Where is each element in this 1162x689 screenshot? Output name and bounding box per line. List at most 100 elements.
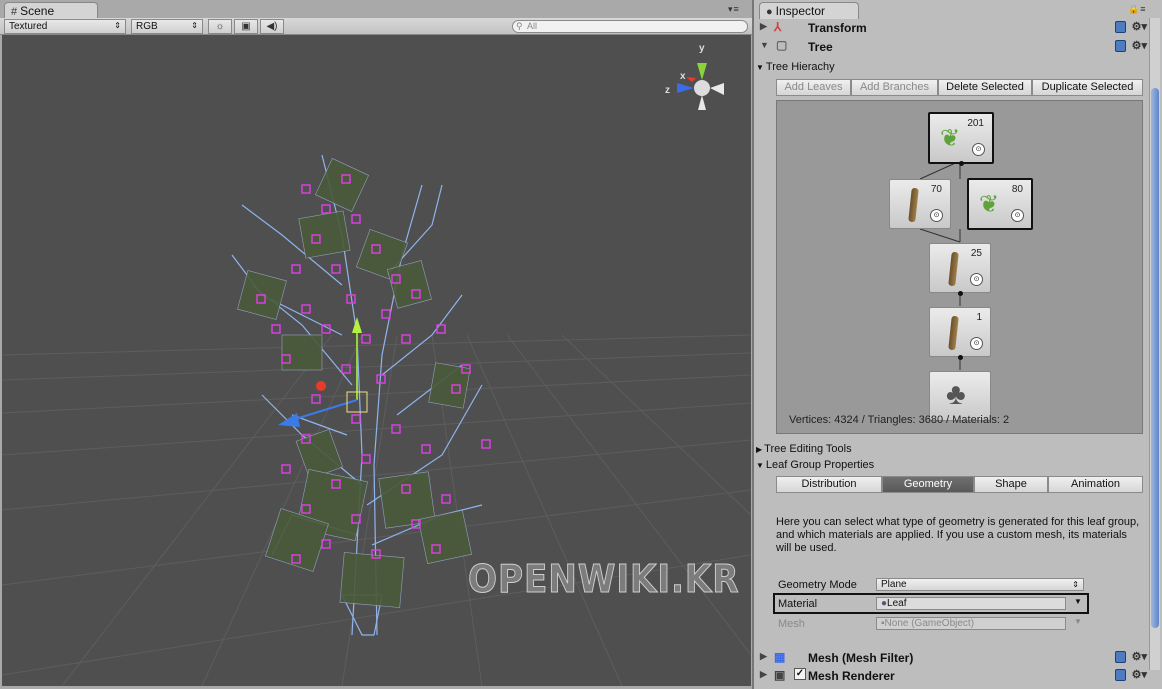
expand-triangle-icon[interactable]: ▶ bbox=[760, 651, 767, 662]
color-mode-dropdown[interactable]: RGB ⇕ bbox=[131, 19, 203, 34]
node-count: 25 bbox=[970, 248, 982, 259]
tree-editing-tools-header[interactable]: ▶ Tree Editing Tools bbox=[756, 443, 852, 455]
tree-hierarchy-header[interactable]: ▼ Tree Hierachy bbox=[756, 61, 835, 73]
tree-node-branch-group[interactable]: 70 ⊙ bbox=[889, 179, 951, 229]
mesh-field[interactable]: ▪None (GameObject) bbox=[876, 617, 1066, 630]
leaf-icon: ❦ bbox=[979, 191, 1000, 218]
grid-mesh-icon: ▦ bbox=[774, 650, 786, 664]
node-count: 80 bbox=[1011, 184, 1023, 195]
tab-inspector-label: Inspector bbox=[775, 4, 826, 18]
geometry-mode-label: Geometry Mode bbox=[778, 579, 857, 591]
inspector-panel: ● Inspector 🔒≡ ▶ ⅄ Transform ⚙▾ ▼ ▢ Tree … bbox=[752, 0, 1162, 689]
tab-animation[interactable]: Animation bbox=[1048, 476, 1143, 493]
render-mode-dropdown[interactable]: Textured ⇕ bbox=[4, 19, 126, 34]
tree-node-leaf-group[interactable]: ❦ 80 ⊙ bbox=[967, 178, 1033, 230]
tree-node-branch-group[interactable]: 1 ⊙ bbox=[929, 307, 991, 360]
tab-distribution[interactable]: Distribution bbox=[776, 476, 882, 493]
expand-triangle-icon[interactable]: ▶ bbox=[760, 669, 767, 680]
node-connector-dot bbox=[958, 355, 963, 360]
collapse-triangle-icon: ▼ bbox=[756, 461, 764, 470]
tab-scene[interactable]: # Scene bbox=[4, 2, 98, 19]
gizmo-z-label: z bbox=[665, 85, 670, 96]
enabled-checkbox[interactable]: ✓ bbox=[794, 668, 806, 680]
leaf-quads bbox=[237, 158, 473, 608]
grid-icon: # bbox=[11, 6, 18, 18]
scene-toolbar: Textured ⇕ RGB ⇕ ☼ ▣ ◀) ⚲ All bbox=[0, 18, 752, 35]
tree-hierarchy-graph: ❦ 201 ⊙ 70 ⊙ ❦ 80 ⊙ 25 ⊙ 1 ⊙ ♣ Vertices:… bbox=[776, 100, 1143, 434]
scene-panel: #Scene ▾≡ Textured ⇕ RGB ⇕ ☼ ▣ ◀) ⚲ All bbox=[0, 0, 752, 689]
add-leaves-button[interactable]: Add Leaves bbox=[776, 79, 851, 96]
gear-icon[interactable]: ⚙▾ bbox=[1132, 651, 1147, 663]
component-transform[interactable]: ▶ ⅄ Transform ⚙▾ bbox=[758, 19, 1153, 37]
section-title: Tree Hierachy bbox=[765, 61, 835, 73]
leaf-group-tabs: Distribution Geometry Shape Animation bbox=[776, 476, 1143, 493]
material-highlight bbox=[773, 593, 1089, 614]
component-mesh-filter[interactable]: ▶ ▦ Mesh (Mesh Filter) ⚙▾ bbox=[758, 649, 1153, 667]
visibility-icon[interactable]: ⊙ bbox=[972, 143, 985, 156]
geometry-mode-value: Plane bbox=[881, 579, 907, 590]
lock-menu-icon[interactable]: 🔒≡ bbox=[1128, 4, 1146, 15]
scrollbar-thumb[interactable] bbox=[1151, 88, 1159, 628]
document-icon: ▢ bbox=[776, 38, 788, 52]
component-mesh-renderer[interactable]: ▶ ▣ ✓ Mesh Renderer ⚙▾ bbox=[758, 667, 1153, 685]
section-title: Leaf Group Properties bbox=[765, 459, 875, 471]
gear-icon[interactable]: ⚙▾ bbox=[1132, 21, 1147, 33]
hierarchy-toolbar: Add Leaves Add Branches Delete Selected … bbox=[776, 79, 1143, 96]
component-title: Transform bbox=[808, 21, 867, 35]
geometry-mode-dropdown[interactable]: Plane ⇕ bbox=[876, 578, 1084, 591]
render-mode-value: Textured bbox=[9, 21, 48, 32]
color-mode-value: RGB bbox=[136, 21, 158, 32]
lighting-toggle-icon[interactable]: ☼ bbox=[208, 19, 232, 34]
geometry-description: Here you can select what type of geometr… bbox=[776, 516, 1140, 554]
scene-search-input[interactable]: ⚲ All bbox=[512, 20, 748, 33]
branch-icon bbox=[908, 187, 919, 223]
tree-node-branch-group[interactable]: 25 ⊙ bbox=[929, 243, 991, 296]
help-book-icon[interactable] bbox=[1114, 20, 1126, 33]
add-branches-button[interactable]: Add Branches bbox=[851, 79, 938, 96]
mesh-value: None (GameObject) bbox=[884, 618, 975, 629]
component-actions: ⚙▾ bbox=[1114, 650, 1147, 663]
inspector-scrollbar[interactable] bbox=[1149, 18, 1160, 670]
component-actions: ⚙▾ bbox=[1114, 668, 1147, 681]
component-title: Tree bbox=[808, 40, 833, 54]
gizmo-x-label: x bbox=[680, 71, 686, 82]
visibility-icon[interactable]: ⊙ bbox=[1011, 209, 1024, 222]
collapse-triangle-icon[interactable]: ▼ bbox=[760, 40, 769, 50]
mesh-label: Mesh bbox=[778, 618, 805, 630]
component-actions: ⚙▾ bbox=[1114, 39, 1147, 52]
node-count: 70 bbox=[930, 184, 942, 195]
tree-node-leaf-group[interactable]: ❦ 201 ⊙ bbox=[928, 112, 994, 166]
tab-geometry[interactable]: Geometry bbox=[882, 476, 974, 493]
updown-arrow-icon: ⇕ bbox=[191, 21, 198, 30]
visibility-icon[interactable]: ⊙ bbox=[930, 209, 943, 222]
tree-silhouette-icon: ♣ bbox=[946, 378, 966, 411]
transform-icon: ⅄ bbox=[774, 20, 782, 34]
visibility-icon[interactable]: ⊙ bbox=[970, 273, 983, 286]
help-book-icon[interactable] bbox=[1114, 668, 1126, 681]
image-toggle-icon[interactable]: ▣ bbox=[234, 19, 258, 34]
node-count: 1 bbox=[976, 312, 982, 323]
gear-icon[interactable]: ⚙▾ bbox=[1132, 40, 1147, 52]
scene-viewport[interactable]: y x z OPENWIKI.KR bbox=[2, 35, 751, 686]
gear-icon[interactable]: ⚙▾ bbox=[1132, 669, 1147, 681]
updown-arrow-icon: ⇕ bbox=[114, 21, 121, 30]
tab-inspector[interactable]: ● Inspector bbox=[759, 2, 859, 19]
visibility-icon[interactable]: ⊙ bbox=[970, 337, 983, 350]
tab-shape[interactable]: Shape bbox=[974, 476, 1048, 493]
leaf-group-properties-header[interactable]: ▼ Leaf Group Properties bbox=[756, 459, 874, 471]
panel-menu-icon[interactable]: ▾≡ bbox=[728, 4, 740, 15]
gizmo-y-label: y bbox=[699, 43, 705, 54]
expand-triangle-icon[interactable]: ▶ bbox=[760, 21, 767, 32]
expand-triangle-icon: ▶ bbox=[756, 445, 763, 454]
help-book-icon[interactable] bbox=[1114, 39, 1126, 52]
delete-selected-button[interactable]: Delete Selected bbox=[938, 79, 1032, 96]
branch-icon bbox=[948, 315, 959, 351]
duplicate-selected-button[interactable]: Duplicate Selected bbox=[1032, 79, 1143, 96]
mesh-picker-icon[interactable]: ▼ bbox=[1074, 617, 1082, 626]
component-tree[interactable]: ▼ ▢ Tree ⚙▾ bbox=[758, 38, 1153, 56]
branch-icon bbox=[948, 251, 959, 287]
help-book-icon[interactable] bbox=[1114, 650, 1126, 663]
audio-toggle-icon[interactable]: ◀) bbox=[260, 19, 284, 34]
collapse-triangle-icon: ▼ bbox=[756, 63, 764, 72]
updown-arrow-icon: ⇕ bbox=[1072, 580, 1079, 589]
